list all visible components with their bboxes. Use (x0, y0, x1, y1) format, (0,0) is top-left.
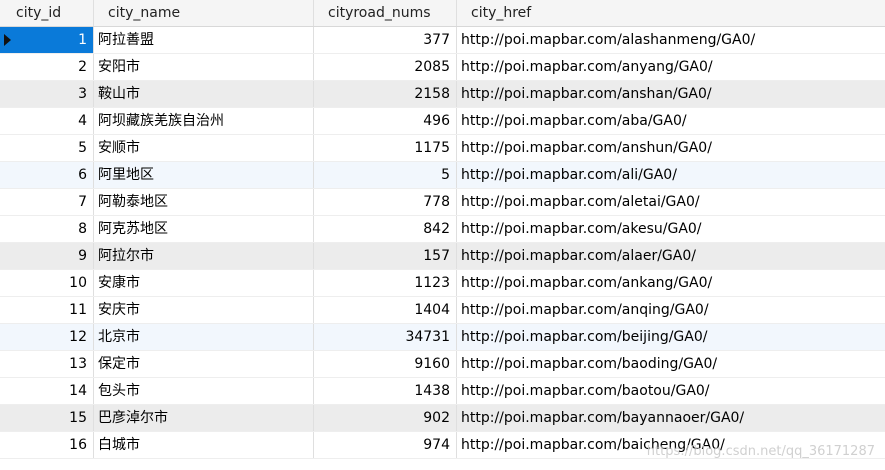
cell-city-name[interactable]: 安阳市 (94, 54, 314, 80)
table-row[interactable]: 2 安阳市 2085 http://poi.mapbar.com/anyang/… (0, 54, 885, 81)
cell-city-id[interactable]: 10 (0, 270, 94, 296)
cell-city-href[interactable]: http://poi.mapbar.com/baotou/GA0/ (457, 378, 885, 404)
cell-city-id[interactable]: 15 (0, 405, 94, 431)
cell-cityroad-nums[interactable]: 157 (314, 243, 457, 269)
cell-city-name[interactable]: 阿坝藏族羌族自治州 (94, 108, 314, 134)
cell-city-href[interactable]: http://poi.mapbar.com/anyang/GA0/ (457, 54, 885, 80)
table-row[interactable]: 8 阿克苏地区 842 http://poi.mapbar.com/akesu/… (0, 216, 885, 243)
cell-city-id[interactable]: 8 (0, 216, 94, 242)
table-row[interactable]: 13 保定市 9160 http://poi.mapbar.com/baodin… (0, 351, 885, 378)
cell-cityroad-nums[interactable]: 34731 (314, 324, 457, 350)
cell-city-id-value: 1 (78, 32, 87, 48)
cell-cityroad-nums[interactable]: 1175 (314, 135, 457, 161)
cell-cityroad-nums[interactable]: 778 (314, 189, 457, 215)
cell-cityroad-nums[interactable]: 2085 (314, 54, 457, 80)
cell-cityroad-nums[interactable]: 1404 (314, 297, 457, 323)
cell-cityroad-nums[interactable]: 1438 (314, 378, 457, 404)
cell-city-name[interactable]: 安康市 (94, 270, 314, 296)
cell-city-id[interactable]: 3 (0, 81, 94, 107)
cell-city-href[interactable]: http://poi.mapbar.com/aletai/GA0/ (457, 189, 885, 215)
cell-city-href[interactable]: http://poi.mapbar.com/aba/GA0/ (457, 108, 885, 134)
cell-city-id[interactable]: 1 (0, 27, 94, 53)
cell-city-href[interactable]: http://poi.mapbar.com/akesu/GA0/ (457, 216, 885, 242)
cell-city-name[interactable]: 安庆市 (94, 297, 314, 323)
table-row[interactable]: 10 安康市 1123 http://poi.mapbar.com/ankang… (0, 270, 885, 297)
cell-city-name[interactable]: 包头市 (94, 378, 314, 404)
table-row[interactable]: 1 阿拉善盟 377 http://poi.mapbar.com/alashan… (0, 27, 885, 54)
column-header-city-name[interactable]: city_name (94, 0, 314, 26)
cell-city-id[interactable]: 16 (0, 432, 94, 458)
cell-city-name[interactable]: 鞍山市 (94, 81, 314, 107)
cell-city-name[interactable]: 白城市 (94, 432, 314, 458)
table-row[interactable]: 14 包头市 1438 http://poi.mapbar.com/baotou… (0, 378, 885, 405)
cell-city-id[interactable]: 5 (0, 135, 94, 161)
cell-city-name[interactable]: 阿勒泰地区 (94, 189, 314, 215)
cell-city-id[interactable]: 11 (0, 297, 94, 323)
cell-city-id[interactable]: 6 (0, 162, 94, 188)
cell-cityroad-nums[interactable]: 377 (314, 27, 457, 53)
table-row[interactable]: 9 阿拉尔市 157 http://poi.mapbar.com/alaer/G… (0, 243, 885, 270)
cell-cityroad-nums[interactable]: 496 (314, 108, 457, 134)
table-row[interactable]: 3 鞍山市 2158 http://poi.mapbar.com/anshan/… (0, 81, 885, 108)
cell-city-id[interactable]: 7 (0, 189, 94, 215)
cell-city-href[interactable]: http://poi.mapbar.com/ankang/GA0/ (457, 270, 885, 296)
cell-city-name[interactable]: 保定市 (94, 351, 314, 377)
cell-city-name[interactable]: 阿里地区 (94, 162, 314, 188)
cell-city-id[interactable]: 14 (0, 378, 94, 404)
header-row: city_id city_name cityroad_nums city_hre… (0, 0, 885, 27)
cell-city-href[interactable]: http://poi.mapbar.com/baicheng/GA0/ (457, 432, 885, 458)
cell-city-name[interactable]: 阿拉善盟 (94, 27, 314, 53)
cell-city-name[interactable]: 阿拉尔市 (94, 243, 314, 269)
cell-cityroad-nums[interactable]: 974 (314, 432, 457, 458)
cell-city-id[interactable]: 4 (0, 108, 94, 134)
table-row[interactable]: 11 安庆市 1404 http://poi.mapbar.com/anqing… (0, 297, 885, 324)
table-row[interactable]: 15 巴彦淖尔市 902 http://poi.mapbar.com/bayan… (0, 405, 885, 432)
cell-city-href[interactable]: http://poi.mapbar.com/alashanmeng/GA0/ (457, 27, 885, 53)
cell-cityroad-nums[interactable]: 902 (314, 405, 457, 431)
cell-city-href[interactable]: http://poi.mapbar.com/baoding/GA0/ (457, 351, 885, 377)
table-row[interactable]: 6 阿里地区 5 http://poi.mapbar.com/ali/GA0/ (0, 162, 885, 189)
cell-cityroad-nums[interactable]: 5 (314, 162, 457, 188)
table-row[interactable]: 4 阿坝藏族羌族自治州 496 http://poi.mapbar.com/ab… (0, 108, 885, 135)
cell-city-href[interactable]: http://poi.mapbar.com/anshan/GA0/ (457, 81, 885, 107)
table-row[interactable]: 7 阿勒泰地区 778 http://poi.mapbar.com/aletai… (0, 189, 885, 216)
cell-city-href[interactable]: http://poi.mapbar.com/alaer/GA0/ (457, 243, 885, 269)
cell-city-href[interactable]: http://poi.mapbar.com/anqing/GA0/ (457, 297, 885, 323)
cell-city-name[interactable]: 安顺市 (94, 135, 314, 161)
table-row[interactable]: 16 白城市 974 http://poi.mapbar.com/baichen… (0, 432, 885, 459)
table-row[interactable]: 5 安顺市 1175 http://poi.mapbar.com/anshun/… (0, 135, 885, 162)
cell-city-name[interactable]: 阿克苏地区 (94, 216, 314, 242)
cell-cityroad-nums[interactable]: 9160 (314, 351, 457, 377)
cell-city-id[interactable]: 13 (0, 351, 94, 377)
column-header-city-href[interactable]: city_href (457, 0, 885, 26)
column-header-cityroad-nums[interactable]: cityroad_nums (314, 0, 457, 26)
cell-city-name[interactable]: 巴彦淖尔市 (94, 405, 314, 431)
cell-city-id[interactable]: 2 (0, 54, 94, 80)
cell-city-href[interactable]: http://poi.mapbar.com/bayannaoer/GA0/ (457, 405, 885, 431)
table-row[interactable]: 12 北京市 34731 http://poi.mapbar.com/beiji… (0, 324, 885, 351)
cell-cityroad-nums[interactable]: 1123 (314, 270, 457, 296)
cell-city-href[interactable]: http://poi.mapbar.com/anshun/GA0/ (457, 135, 885, 161)
cell-city-href[interactable]: http://poi.mapbar.com/beijing/GA0/ (457, 324, 885, 350)
row-pointer-icon (4, 34, 11, 46)
cell-city-id[interactable]: 12 (0, 324, 94, 350)
cell-city-id[interactable]: 9 (0, 243, 94, 269)
cell-cityroad-nums[interactable]: 2158 (314, 81, 457, 107)
cell-city-name[interactable]: 北京市 (94, 324, 314, 350)
data-grid[interactable]: city_id city_name cityroad_nums city_hre… (0, 0, 885, 470)
cell-city-href[interactable]: http://poi.mapbar.com/ali/GA0/ (457, 162, 885, 188)
cell-cityroad-nums[interactable]: 842 (314, 216, 457, 242)
column-header-city-id[interactable]: city_id (0, 0, 94, 26)
